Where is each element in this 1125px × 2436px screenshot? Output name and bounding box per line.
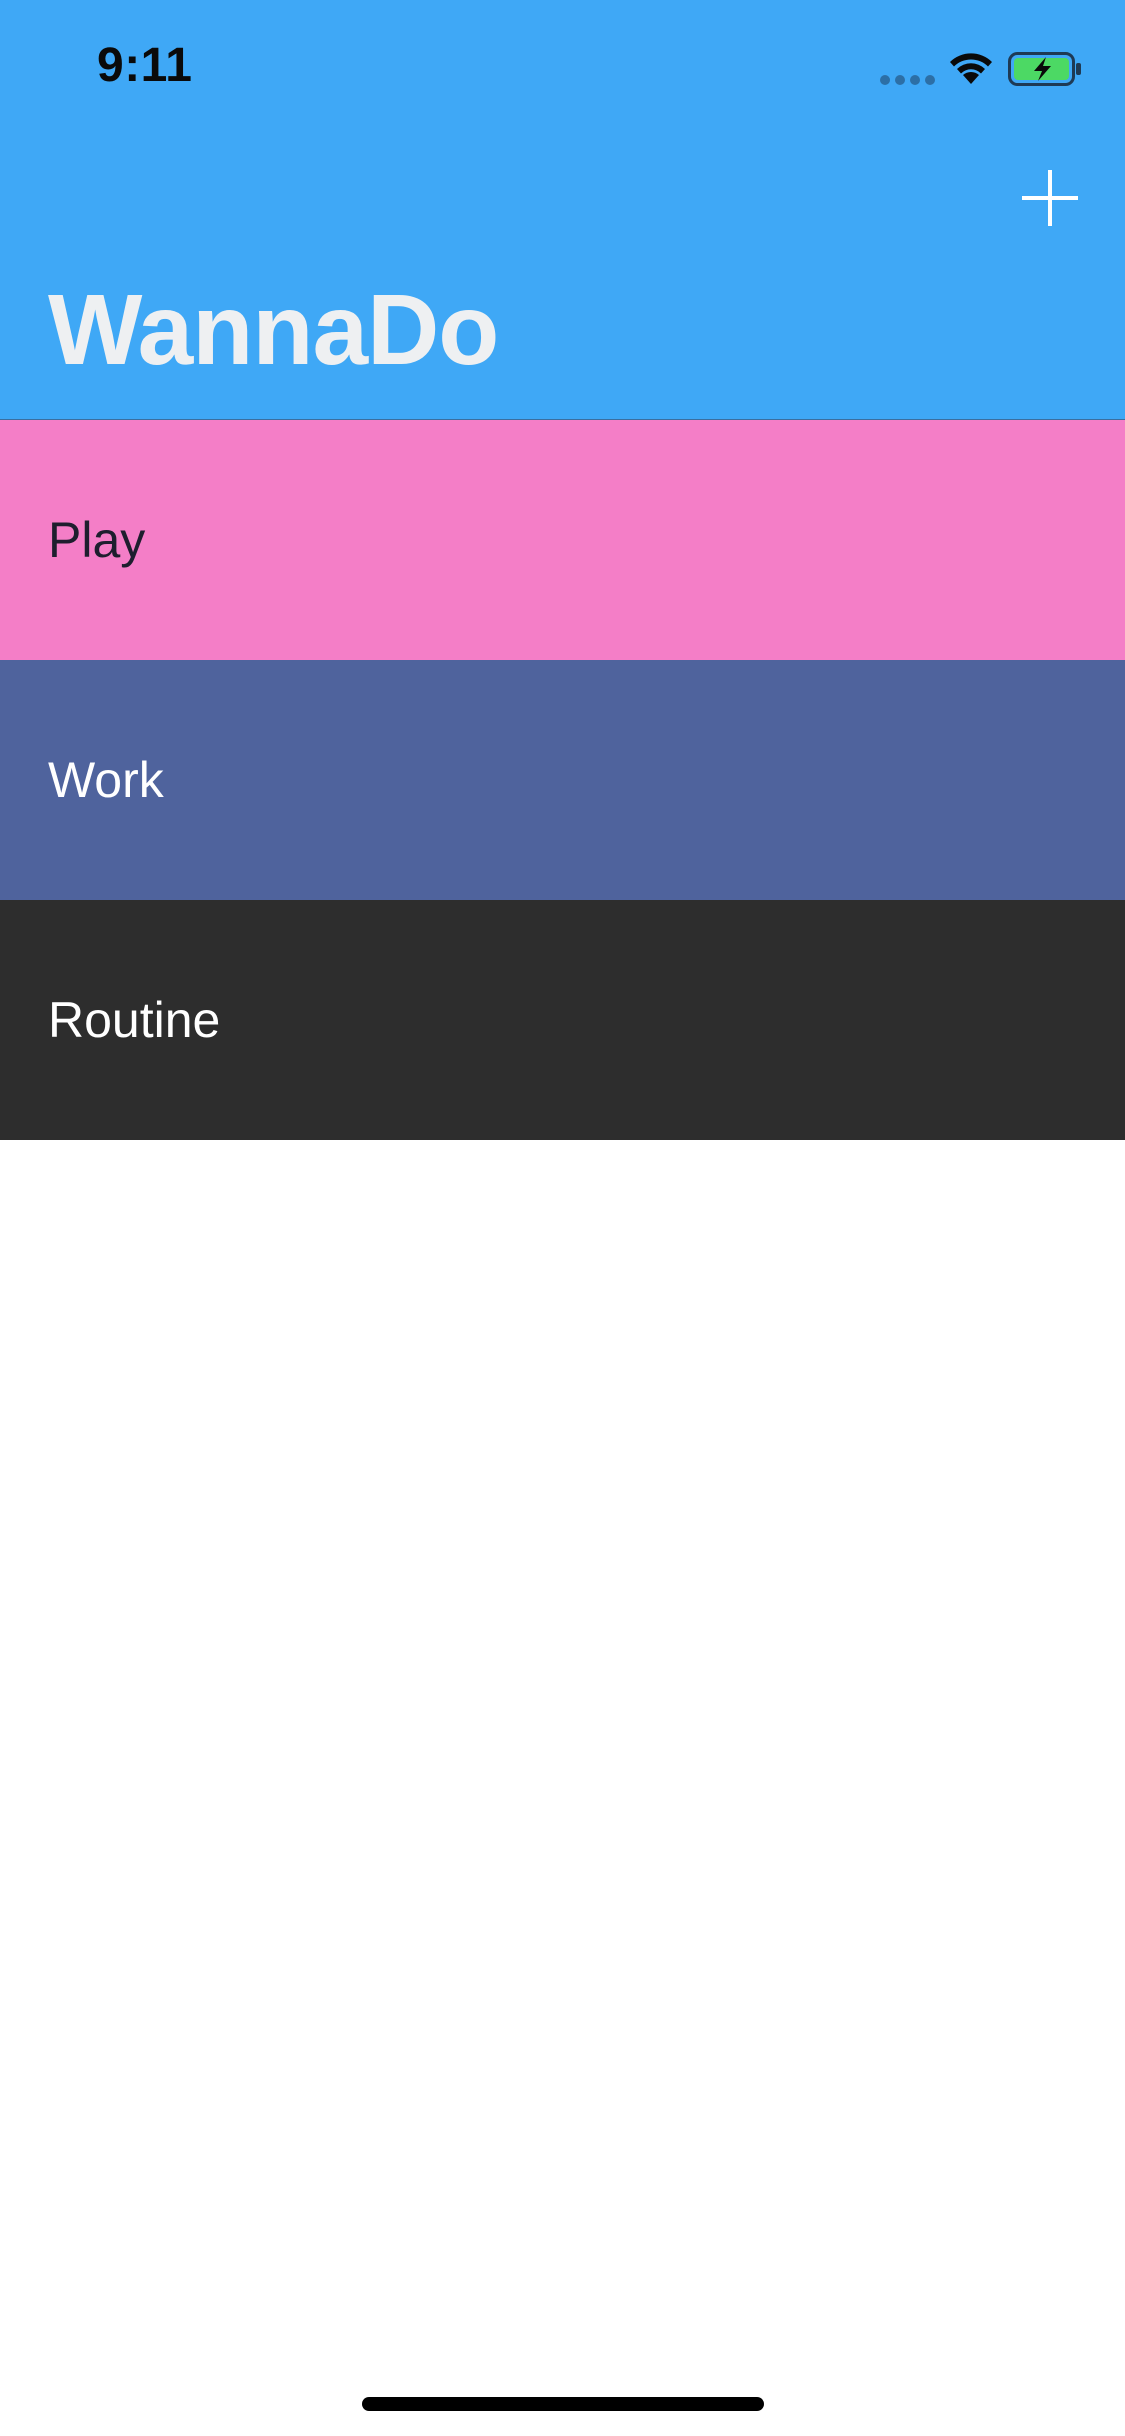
navigation-header: 9:11 WannaDo	[0, 0, 1125, 420]
page-title: WannaDo	[48, 274, 499, 386]
category-list: Play Work Routine	[0, 420, 1125, 1140]
battery-charging-icon	[1008, 52, 1081, 86]
status-bar: 9:11	[0, 0, 1125, 140]
cellular-signal-icon	[880, 75, 936, 85]
plus-icon	[1022, 170, 1078, 226]
category-label: Play	[48, 512, 146, 568]
wifi-icon	[950, 53, 992, 84]
category-label: Work	[48, 752, 164, 808]
home-indicator[interactable]	[362, 2397, 764, 2411]
status-time: 9:11	[97, 39, 193, 92]
category-row-play[interactable]: Play	[0, 420, 1125, 660]
app-screen: 9:11 WannaDo Play Work Routine	[0, 0, 1125, 2436]
category-row-routine[interactable]: Routine	[0, 900, 1125, 1140]
category-row-work[interactable]: Work	[0, 660, 1125, 900]
category-label: Routine	[48, 992, 221, 1048]
add-category-button[interactable]	[1020, 168, 1080, 228]
